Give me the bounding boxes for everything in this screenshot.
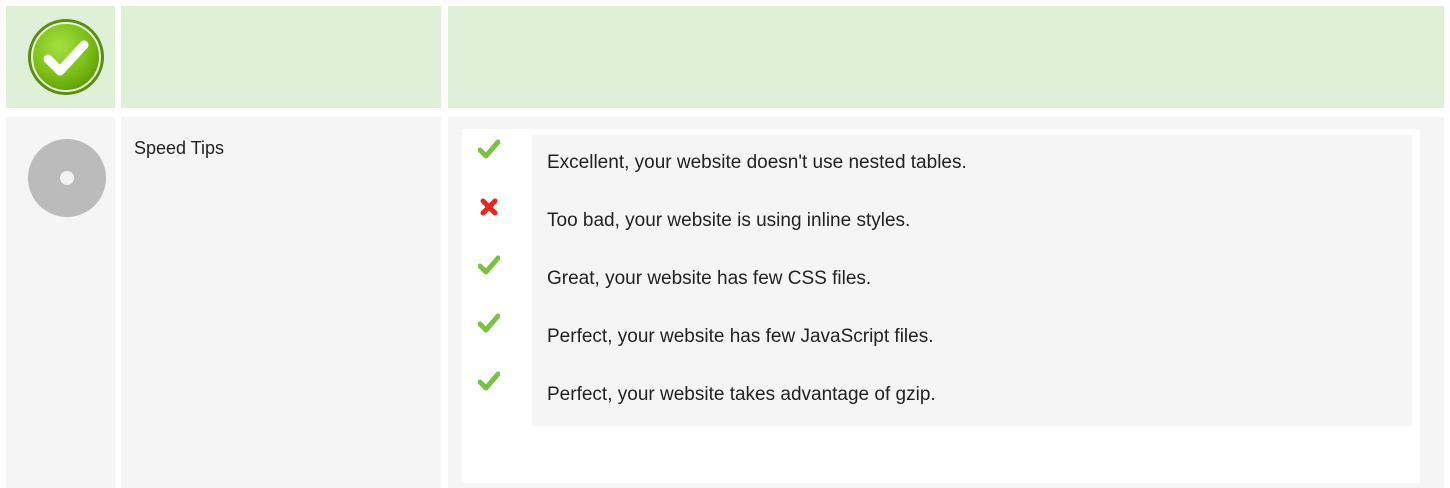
check-icon	[478, 313, 500, 333]
header-status-cell	[6, 6, 115, 108]
check-icon	[478, 371, 500, 391]
row-name-cell: Speed Tips	[121, 117, 441, 488]
cross-icon	[480, 198, 498, 216]
tip-text: Excellent, your website doesn't use nest…	[547, 152, 967, 173]
tip-item: Excellent, your website doesn't use nest…	[462, 129, 1420, 194]
tips-list: Excellent, your website doesn't use nest…	[462, 129, 1420, 483]
tip-item: Great, your website has few CSS files.	[462, 245, 1420, 310]
row-detail-cell: Excellent, your website doesn't use nest…	[448, 117, 1444, 488]
check-icon	[478, 255, 500, 275]
tip-text: Great, your website has few CSS files.	[547, 268, 872, 289]
tip-item: Perfect, your website has few JavaScript…	[462, 303, 1420, 368]
section-title: Speed Tips	[134, 138, 225, 158]
tip-item: Perfect, your website takes advantage of…	[462, 361, 1420, 426]
check-icon	[478, 139, 500, 159]
row-status-cell	[6, 117, 115, 488]
tip-text: Perfect, your website has few JavaScript…	[547, 326, 934, 347]
passed-badge-icon	[28, 19, 104, 95]
neutral-status-icon	[28, 139, 106, 217]
tip-item: Too bad, your website is using inline st…	[462, 187, 1420, 252]
header-name-cell	[121, 6, 441, 108]
tip-text: Perfect, your website takes advantage of…	[547, 384, 936, 405]
tip-text: Too bad, your website is using inline st…	[547, 210, 911, 231]
header-detail-cell	[448, 6, 1444, 108]
